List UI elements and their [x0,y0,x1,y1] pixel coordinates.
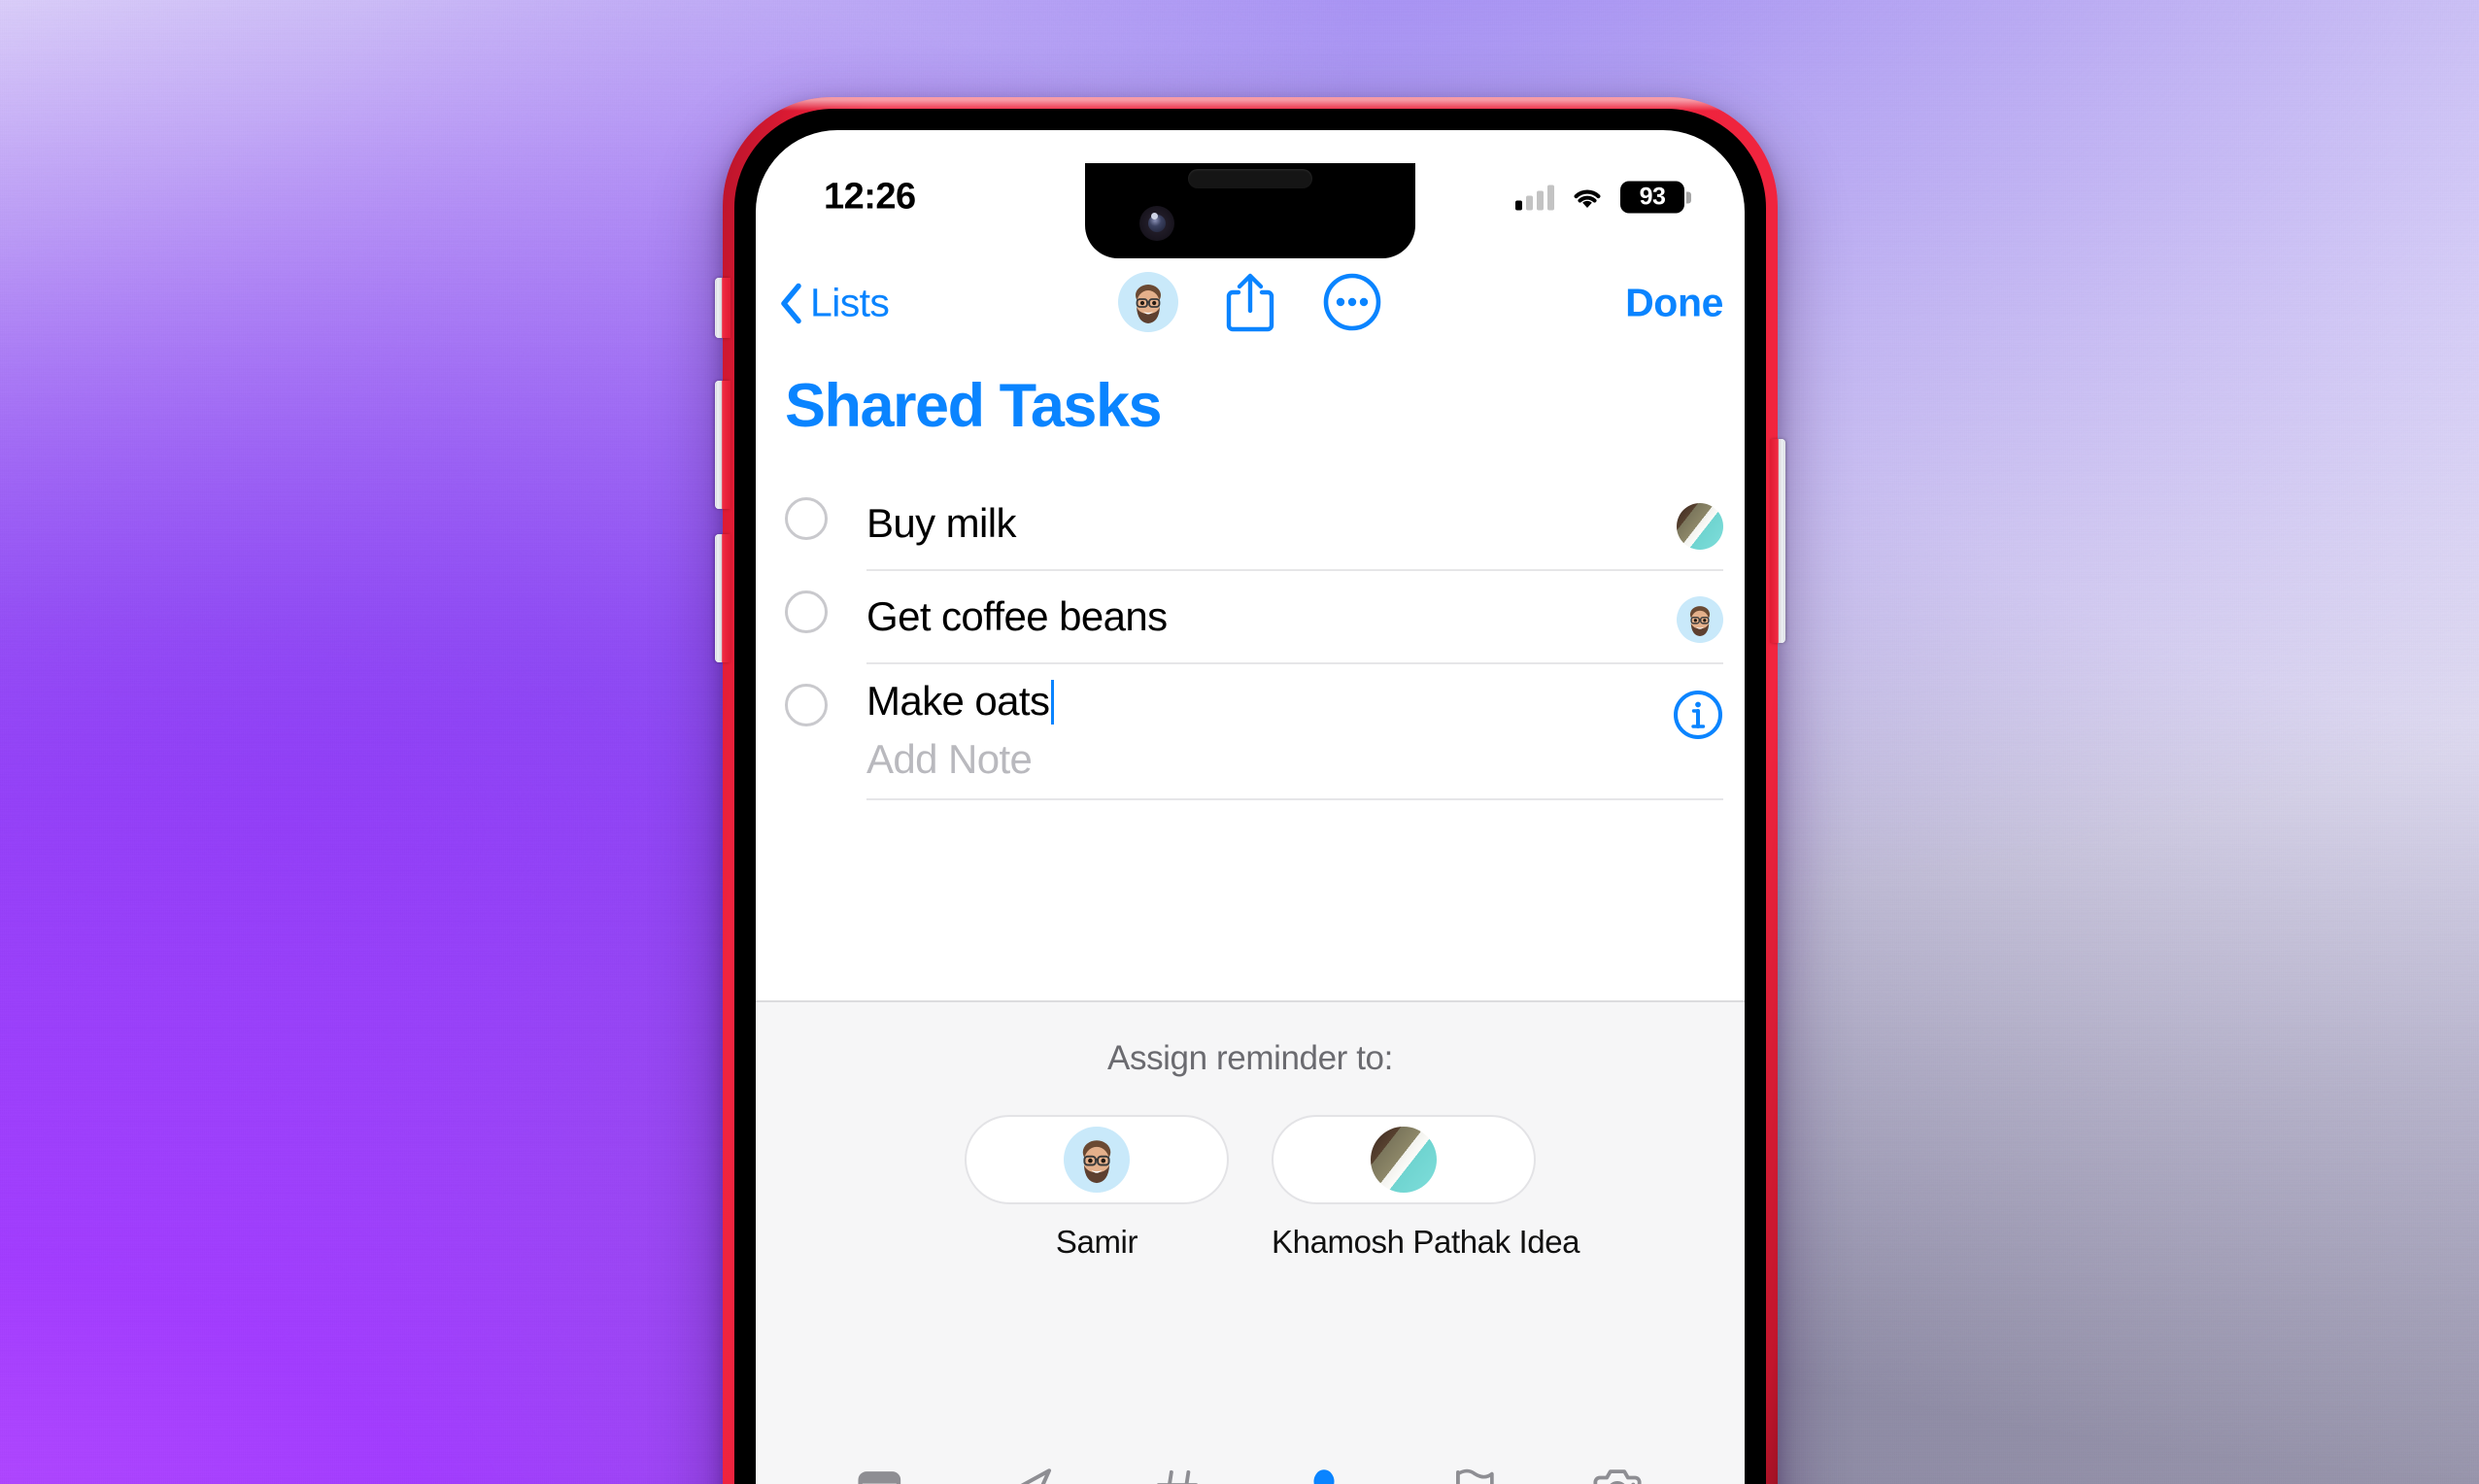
text-cursor [1051,680,1055,725]
assign-person-name: Khamosh Pathak Idea [1272,1224,1580,1260]
unchecked-circle-icon[interactable] [785,590,828,633]
cellular-bars-icon [1515,185,1554,210]
task-title-line: Make oats [866,664,1723,736]
chevron-left-icon [779,283,802,323]
task-title[interactable]: Get coffee beans [866,593,1168,640]
reminder-attribute-toolbar [756,1439,1745,1484]
done-button[interactable]: Done [1625,281,1723,326]
share-icon[interactable] [1225,271,1275,333]
battery-icon: 93 [1620,181,1691,214]
location-arrow-icon[interactable] [996,1457,1066,1484]
display-notch [1085,163,1415,258]
unchecked-circle-icon[interactable] [785,684,828,726]
assign-person-chip[interactable] [1272,1115,1536,1204]
back-to-lists-button[interactable]: Lists [779,280,890,326]
task-row[interactable]: Make oats Add Note [756,664,1745,800]
assign-people-row: Samir Khamosh Pathak Idea [756,1115,1745,1260]
flag-icon[interactable] [1436,1457,1506,1484]
task-accessory [1673,690,1723,740]
memoji-avatar [1064,1127,1130,1193]
person-icon[interactable] [1289,1457,1359,1484]
task-body: Make oats Add Note [866,664,1723,800]
unchecked-circle-icon[interactable] [785,497,828,540]
task-row[interactable]: Get coffee beans [756,571,1745,664]
task-title-line: Buy milk [866,478,1723,571]
task-title[interactable]: Make oats [866,678,1050,725]
task-title[interactable]: Buy milk [866,500,1016,547]
task-accessory [1677,596,1723,643]
front-camera-icon [1139,206,1174,241]
participants-avatar-icon[interactable] [1118,272,1178,332]
assign-person-name: Samir [1055,1224,1138,1260]
volume-down-button[interactable] [715,534,730,662]
iphone-device: 12:26 93 Lists Done Shared Tasks Buy mil… [715,97,1785,1484]
status-bar-clock: 12:26 [824,176,916,218]
task-body: Get coffee beans [866,571,1723,664]
battery-percent-label: 93 [1639,183,1666,211]
wifi-icon [1571,185,1604,210]
status-bar-indicators: 93 [1515,181,1691,214]
assignee-avatar-stripes[interactable] [1677,503,1723,550]
task-list: Buy milk Get coffee beans Make oats Add … [756,478,1745,800]
more-ellipsis-circle-icon[interactable] [1322,272,1382,332]
task-accessory [1677,503,1723,550]
striped-avatar [1371,1127,1437,1193]
device-screen: 12:26 93 Lists Done Shared Tasks Buy mil… [756,130,1745,1484]
assign-panel-heading: Assign reminder to: [1107,1039,1393,1077]
assign-person-chip[interactable] [965,1115,1229,1204]
calendar-clock-icon[interactable] [849,1457,919,1484]
earpiece-speaker-icon [1188,169,1312,188]
assign-reminder-panel: Assign reminder to: Samir Khamosh Pathak… [756,1000,1745,1484]
assign-person-option[interactable]: Khamosh Pathak Idea [1272,1115,1580,1260]
info-circle-icon[interactable] [1673,690,1723,740]
camera-icon[interactable] [1582,1457,1652,1484]
assign-person-option[interactable]: Samir [965,1115,1229,1260]
silence-switch[interactable] [715,278,730,338]
back-button-label: Lists [810,280,890,325]
task-row[interactable]: Buy milk [756,478,1745,571]
task-body: Buy milk [866,478,1723,571]
power-button[interactable] [1770,439,1785,643]
hashtag-tag-icon[interactable] [1142,1457,1212,1484]
navigation-bar-actions [1118,271,1382,333]
page-title: Shared Tasks [785,372,1163,440]
task-note-placeholder[interactable]: Add Note [866,736,1723,800]
assignee-avatar-memoji[interactable] [1677,596,1723,643]
volume-up-button[interactable] [715,381,730,509]
navigation-bar: Lists Done [756,256,1745,350]
task-title-line: Get coffee beans [866,571,1723,664]
